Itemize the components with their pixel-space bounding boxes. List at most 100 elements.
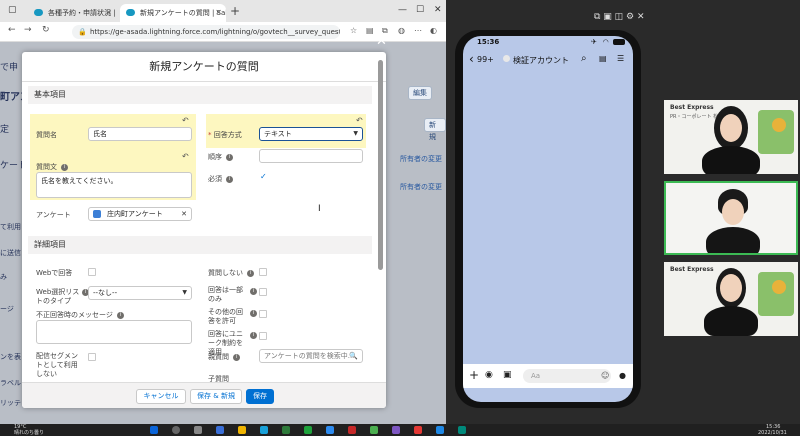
web-select-type[interactable]: --なし-- ▼ (88, 286, 192, 300)
parent-question-placeholder: アンケートの質問を検索中... (264, 352, 355, 360)
info-icon[interactable]: i (250, 288, 257, 295)
maximize-icon[interactable]: ☐ (416, 5, 424, 15)
tab-new-survey-question[interactable]: 新規アンケートの質問 | Salesforce ✕ (120, 4, 226, 22)
web-answer-checkbox[interactable] (88, 268, 96, 276)
widgets-icon[interactable] (216, 426, 224, 434)
message-input[interactable]: Aa (523, 369, 611, 383)
participant-face (722, 199, 744, 225)
menu-icon[interactable]: ☰ (617, 54, 624, 63)
section-detail[interactable]: 詳細項目 (28, 236, 372, 254)
note-icon[interactable]: ▤ (599, 54, 607, 63)
remove-icon[interactable]: ✕ (181, 208, 187, 220)
reload-icon[interactable]: ↻ (42, 25, 50, 35)
undo-icon[interactable]: ↶ (356, 116, 363, 125)
task-view-icon[interactable] (194, 426, 202, 434)
unread-count[interactable]: 99+ (477, 55, 494, 64)
app-icon[interactable] (392, 426, 400, 434)
new-tab-button[interactable]: + (230, 4, 240, 18)
window-menu-icon[interactable]: ▢ (8, 5, 17, 15)
question-name-input[interactable]: 氏名 (88, 127, 192, 141)
parent-question-label: 親質問 i (208, 352, 241, 362)
video-tile-3[interactable]: Best Express (664, 262, 798, 336)
plus-icon[interactable]: + (469, 368, 479, 382)
save-button[interactable]: 保存 (246, 389, 274, 404)
info-icon[interactable]: i (233, 353, 241, 361)
app-icon[interactable] (282, 426, 290, 434)
info-icon[interactable]: i (226, 153, 234, 161)
info-icon[interactable]: i (226, 175, 234, 183)
modal-footer: キャンセル 保存 & 新規 保存 (22, 382, 386, 408)
edge-icon[interactable] (260, 426, 268, 434)
info-icon[interactable]: i (250, 310, 257, 317)
close-tab-icon[interactable]: ✕ (215, 4, 222, 22)
tab-reservations[interactable]: 各種予約・申請状況 | Salesforce ✕ (28, 4, 116, 22)
required-checkbox[interactable]: ✓ (260, 172, 267, 181)
video-tile-2-active[interactable] (664, 181, 798, 255)
start-icon[interactable] (150, 426, 158, 434)
bg-text: み (0, 273, 7, 281)
invalid-message-textarea[interactable] (36, 320, 192, 344)
emoji-icon[interactable]: ☺ (601, 371, 609, 380)
info-icon[interactable]: i (250, 332, 257, 339)
settings-icon[interactable]: ⋯ (414, 26, 422, 35)
section-basic[interactable]: 基本項目 (28, 86, 372, 104)
illustration (758, 110, 794, 154)
no-question-checkbox[interactable] (259, 268, 267, 276)
parent-question-search[interactable]: アンケートの質問を検索中... 🔍 (259, 349, 363, 363)
mic-icon[interactable]: ● (619, 371, 626, 380)
cancel-button[interactable]: キャンセル (136, 389, 186, 404)
web-answer-label: Webで回答 (36, 269, 73, 277)
order-input[interactable] (259, 149, 363, 163)
clock-date[interactable]: 2022/10/31 (758, 430, 787, 436)
search-icon[interactable]: ⌕ (581, 53, 587, 64)
camera-icon[interactable]: ◉ (485, 370, 493, 380)
close-window-icon[interactable]: ✕ (434, 5, 442, 15)
bg-text: ージ (0, 305, 14, 313)
other-answer-checkbox[interactable] (259, 310, 267, 318)
close-tab-icon[interactable]: ✕ (105, 4, 112, 22)
favorite-icon[interactable]: ☆ (350, 26, 357, 35)
minimize-icon[interactable]: — (398, 5, 407, 15)
line-icon[interactable] (304, 426, 312, 434)
segment-checkbox[interactable] (88, 353, 96, 361)
edge-icon[interactable]: ◐ (430, 26, 437, 35)
zoom-icon[interactable] (326, 426, 334, 434)
chevron-down-icon: ▼ (353, 130, 358, 137)
app-icon[interactable] (436, 426, 444, 434)
info-icon[interactable]: i (117, 311, 125, 319)
question-text-textarea[interactable]: 氏名を教えてください。 (36, 172, 192, 198)
explorer-icon[interactable] (238, 426, 246, 434)
app-icon[interactable] (370, 426, 378, 434)
owner-change-link[interactable]: 所有者の変更 (400, 154, 442, 164)
save-new-button[interactable]: 保存 & 新規 (190, 389, 242, 404)
back-icon[interactable]: ← (8, 25, 16, 35)
back-icon[interactable]: ‹ (469, 52, 474, 66)
image-icon[interactable]: ▣ (503, 370, 512, 380)
app-icon[interactable] (458, 426, 466, 434)
segment-label: 配信セグメントとして利用しない (36, 352, 78, 378)
info-icon[interactable]: i (247, 269, 255, 277)
video-tile-1[interactable]: Best Express PR・コーポレート 松尾 明美 (664, 100, 798, 174)
meeting-controls[interactable]: ⧉ ▣ ◫ ⚙ ✕ (594, 12, 645, 22)
app-icon[interactable] (348, 426, 356, 434)
survey-lookup[interactable]: 庄内町アンケート ✕ (88, 207, 192, 221)
search-icon[interactable] (172, 426, 180, 434)
profile-icon[interactable]: ◍ (398, 26, 405, 35)
single-answer-checkbox[interactable] (259, 288, 267, 296)
battery-icon (613, 39, 625, 45)
answer-type-select[interactable]: テキスト ▼ (259, 127, 363, 141)
url-field[interactable]: 🔒 https://ge-asada.lightning.force.com/l… (72, 25, 340, 39)
forward-icon[interactable]: → (24, 25, 32, 35)
undo-icon[interactable]: ↶ (182, 152, 189, 161)
weather-desc[interactable]: 晴れのち曇り (14, 430, 44, 436)
info-icon[interactable]: i (61, 163, 69, 171)
owner-change-link[interactable]: 所有者の変更 (400, 182, 442, 192)
unique-constraint-checkbox[interactable] (259, 332, 267, 340)
app-icon[interactable] (414, 426, 422, 434)
undo-icon[interactable]: ↶ (182, 116, 189, 125)
collections-icon[interactable]: ▤ (366, 26, 374, 35)
edit-button[interactable]: 編集 (408, 86, 432, 100)
modal-close-icon[interactable]: ✕ (376, 34, 387, 49)
new-button[interactable]: 新規 (424, 118, 446, 141)
modal-scrollbar[interactable] (378, 60, 383, 270)
